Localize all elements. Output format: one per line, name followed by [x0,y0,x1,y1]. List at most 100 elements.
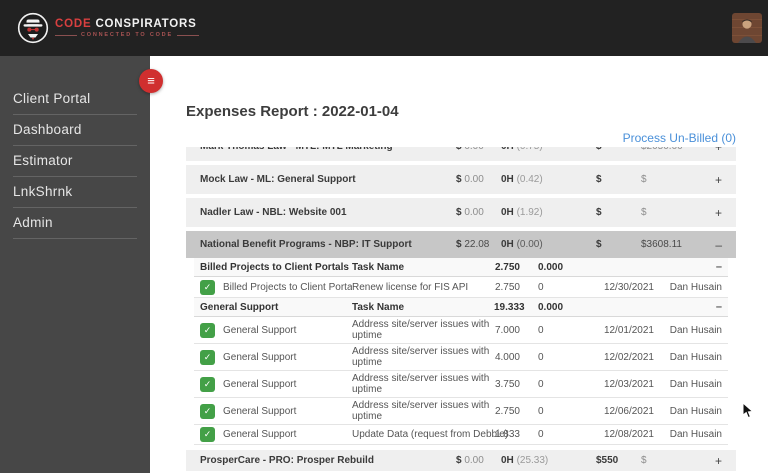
menu-toggle-button[interactable]: ≡ [139,69,163,93]
task-label-cell: ✓ General Support [194,427,352,442]
tagline-dash-right [176,34,199,36]
task-zero: 0 [538,281,544,293]
client-row-prospercare[interactable]: ProsperCare - PRO: Prosper Rebuild $ 0.0… [186,450,736,471]
checked-checkbox[interactable]: ✓ [200,322,215,338]
currency-symbol: $ [456,455,462,466]
task-zero: 0 [538,405,544,417]
client-col4: $ [596,239,602,250]
client-row-grid: Nadler Law - NBL: Website 001 $ 0.00 0H … [186,198,736,227]
hours-bold: 0H [501,239,514,250]
client-row-mark-thomas[interactable]: Mark Thomas Law - MTL: MTL Marketing $ 0… [186,147,736,161]
amount-value: 22.08 [464,239,490,250]
task-name-header: Task Name [352,301,405,313]
sidebar: Client Portal Dashboard Estimator LnkShr… [0,56,150,473]
brand-tagline-row: CONNECTED TO CODE [55,32,199,38]
group-zero-total: 0.000 [538,261,564,273]
checked-checkbox[interactable]: ✓ [200,427,215,442]
link-row: Process Un-Billed (0) [150,129,736,145]
sidebar-item-dashboard[interactable]: Dashboard [0,115,150,145]
brand-name-primary: CODE [55,18,92,30]
check-icon: ✓ [203,281,212,292]
check-icon: ✓ [203,324,212,335]
task-label-cell: ✓ Billed Projects to Client Portals [194,279,352,295]
collapse-icon[interactable]: – [662,261,728,273]
task-hours: 2.750 [494,405,520,417]
client-row-grid: Mark Thomas Law - MTL: MTL Marketing $ 0… [186,147,736,161]
client-col5: $ [641,174,647,185]
task-row: ✓ General Support Address site/server is… [194,398,728,425]
collapse-icon[interactable]: – [701,238,736,252]
client-row-mock-law[interactable]: Mock Law - ML: General Support $ 0.00 0H… [186,165,736,194]
group-header-general-support[interactable]: General Support Task Name 19.333 0.000 – [194,298,728,317]
check-icon: ✓ [203,351,212,362]
sidebar-divider [13,238,137,239]
group-label: Billed Projects to Client Portals [200,261,349,273]
brand-name-secondary: CONSPIRATORS [95,18,197,30]
brand-name: CODE CONSPIRATORS [55,18,199,30]
task-group-label: General Support [223,351,297,363]
task-group-label: General Support [223,429,297,440]
client-row-grid: National Benefit Programs - NBP: IT Supp… [186,231,736,258]
task-zero: 0 [538,378,544,390]
task-person: Dan Husain [669,405,722,417]
task-person: Dan Husain [669,429,722,440]
task-hours: 1.833 [494,429,520,440]
tagline-dash-left [55,34,77,36]
task-date: 12/02/2021 [603,351,654,363]
task-label-cell: ✓ General Support [194,376,352,392]
hours-paren: (0.75) [517,147,543,152]
brand-logo[interactable]: CODE CONSPIRATORS CONNECTED TO CODE [0,12,199,44]
task-hours: 3.750 [494,378,520,390]
process-unbilled-link[interactable]: Process Un-Billed (0) [623,131,736,145]
expanded-detail-table: Billed Projects to Client Portals Task N… [194,258,728,445]
app-window: CODE CONSPIRATORS CONNECTED TO CODE Clie… [0,0,768,473]
checked-checkbox[interactable]: ✓ [200,349,215,365]
page-title: Expenses Report : 2022-01-04 [186,103,399,120]
checked-checkbox[interactable]: ✓ [200,376,215,392]
user-avatar[interactable] [732,13,762,43]
currency-symbol: $ [456,147,462,152]
task-hours: 4.000 [494,351,520,363]
task-zero: 0 [538,429,544,440]
task-row: ✓ General Support Address site/server is… [194,344,728,371]
client-hours: 0H (0.75) [501,147,596,152]
client-col4: $550 [596,455,619,466]
expand-icon[interactable]: + [701,206,736,220]
expenses-table: Mark Thomas Law - MTL: MTL Marketing $ 0… [186,147,736,471]
task-group-label: General Support [223,378,297,390]
client-hours: 0H (0.00) [501,239,596,250]
hours-paren: (0.42) [516,174,543,185]
task-label-cell: ✓ General Support [194,322,352,338]
sidebar-item-admin[interactable]: Admin [0,208,150,238]
currency-symbol: $ [456,239,462,250]
checked-checkbox[interactable]: ✓ [200,403,215,419]
amount-value: 0.00 [464,455,484,466]
client-name: National Benefit Programs - NBP: IT Supp… [200,239,412,250]
client-name: Nadler Law - NBL: Website 001 [200,207,347,218]
task-label-cell: ✓ General Support [194,349,352,365]
currency-symbol: $ [456,174,462,185]
task-date: 12/06/2021 [603,405,654,417]
checked-checkbox[interactable]: ✓ [200,279,215,295]
sidebar-item-client-portal[interactable]: Client Portal [0,84,150,114]
group-hours-total: 2.750 [494,261,520,273]
amount-value: 0.00 [464,147,483,152]
hours-bold: 0H [501,174,514,185]
expand-icon[interactable]: + [701,454,736,468]
expand-icon[interactable]: + [701,147,736,154]
client-hours: 0H (0.42) [501,174,596,185]
sidebar-item-lnkshrnk[interactable]: LnkShrnk [0,177,150,207]
collapse-icon[interactable]: – [662,301,728,313]
client-amount: $ 22.08 [456,239,501,250]
group-header-billed-projects[interactable]: Billed Projects to Client Portals Task N… [194,258,728,277]
task-zero: 0 [538,351,544,363]
expand-icon[interactable]: + [701,173,736,187]
sidebar-item-estimator[interactable]: Estimator [0,146,150,176]
task-group-label: General Support [223,324,297,336]
client-name: ProsperCare - PRO: Prosper Rebuild [200,455,374,466]
client-row-nadler-law[interactable]: Nadler Law - NBL: Website 001 $ 0.00 0H … [186,198,736,227]
task-person: Dan Husain [669,281,722,293]
client-row-national-benefit[interactable]: National Benefit Programs - NBP: IT Supp… [186,231,736,258]
hours-bold: 0H [501,207,514,218]
top-header: CODE CONSPIRATORS CONNECTED TO CODE [0,0,768,56]
